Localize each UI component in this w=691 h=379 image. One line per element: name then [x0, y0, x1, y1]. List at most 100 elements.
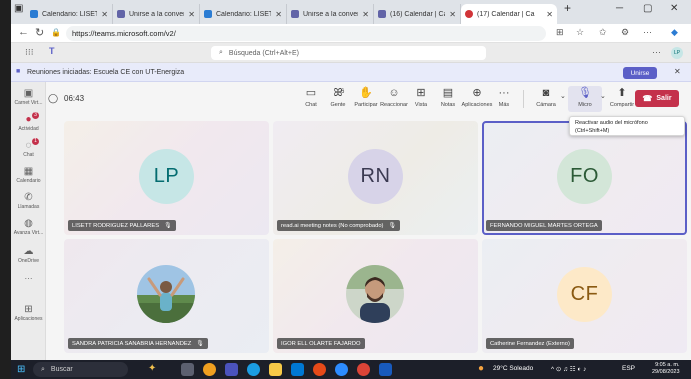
rail-item-calls[interactable]: ✆ Llamadas: [11, 192, 46, 210]
address-bar-row: ← ↻ 🔒 https://teams.microsoft.com/v2/ ⊞ …: [11, 24, 691, 43]
search-input[interactable]: ⌕ Búsqueda (Ctrl+Alt+E): [211, 46, 486, 60]
share-screen-icon: ⬆: [617, 87, 627, 99]
teams-favicon-icon: [378, 10, 386, 18]
video-icon: ■: [16, 68, 21, 75]
participant-avatar: LP: [139, 149, 194, 204]
mic-button[interactable]: 🎙 Micro: [568, 86, 602, 112]
rail-item-carnet[interactable]: ▣ Carnet Virt...: [11, 88, 46, 106]
store-icon[interactable]: [291, 363, 304, 376]
camera-off-icon: ◙: [542, 87, 550, 99]
participant-avatar: RN: [348, 149, 403, 204]
meeting-timer: 06:43: [64, 94, 85, 103]
camera-button[interactable]: ◙ Cámara: [529, 86, 563, 108]
close-tab-icon[interactable]: ✕: [449, 10, 456, 19]
camera-options-chevron-icon[interactable]: ⌄: [560, 92, 566, 100]
rail-more-button[interactable]: ···: [11, 274, 46, 283]
calendar-icon: ▦: [23, 166, 34, 177]
browser-tab[interactable]: Calendario: LISETT RO✕: [200, 4, 287, 24]
close-window-icon[interactable]: ✕: [670, 3, 678, 14]
extensions-icon[interactable]: ⚙: [621, 27, 629, 38]
favorite-star-icon[interactable]: ☆: [576, 27, 584, 38]
close-banner-icon[interactable]: ✕: [674, 67, 681, 76]
maximize-icon[interactable]: ▢: [643, 3, 652, 14]
recording-icon: [465, 10, 473, 18]
teams-app-icon[interactable]: [225, 363, 238, 376]
language-indicator[interactable]: ESP: [622, 365, 635, 372]
zoom-icon[interactable]: [335, 363, 348, 376]
url-field[interactable]: https://teams.microsoft.com/v2/: [66, 26, 546, 41]
more-button[interactable]: ··· Más: [487, 86, 521, 108]
browser-menu-icon[interactable]: ···: [643, 27, 652, 37]
participant-photo: [346, 265, 404, 323]
rail-item-calendar[interactable]: ▦ Calendario: [11, 166, 46, 184]
join-button[interactable]: Unirse: [623, 67, 657, 79]
share-button[interactable]: ⬆ Compartir: [605, 86, 639, 108]
weather-text[interactable]: 29°C Soleado: [493, 365, 533, 372]
clock[interactable]: 9:05 a. m. 29/08/2023: [652, 362, 680, 376]
app-launcher-icon[interactable]: ⁝⁝⁝: [25, 47, 34, 58]
edge-icon[interactable]: [247, 363, 260, 376]
search-icon: ⌕: [41, 365, 45, 373]
cloud-icon: ☁: [23, 246, 34, 257]
rail-item-avanza[interactable]: ◍ Avanza Virt...: [11, 218, 46, 236]
profile-avatar[interactable]: LP: [671, 47, 683, 59]
close-tab-icon[interactable]: ✕: [275, 10, 282, 19]
rail-item-onedrive[interactable]: ☁ OneDrive: [11, 246, 46, 264]
teams-header: ⁝⁝⁝ T ⌕ Búsqueda (Ctrl+Alt+E) ··· LP: [11, 43, 691, 63]
rail-item-apps[interactable]: ⊞ Aplicaciones: [11, 304, 46, 322]
close-tab-icon[interactable]: ✕: [546, 10, 553, 19]
taskbar-search[interactable]: ⌕ Buscar: [33, 362, 128, 377]
site-info-icon[interactable]: 🔒: [51, 28, 61, 37]
participant-photo: [137, 265, 195, 323]
system-tray-icon[interactable]: ^ ⊙ ♫ ☷ ◐ ♪: [551, 365, 586, 373]
windows-start-icon[interactable]: ⊞: [17, 364, 25, 375]
participant-tile[interactable]: SANDRA PATRICIA SANABRIA HERNANDEZ 🎙: [64, 239, 269, 353]
minimize-icon[interactable]: ─: [616, 3, 623, 14]
browser-tab-active[interactable]: (17) Calendar | Ca ✕: [461, 4, 557, 24]
back-icon[interactable]: ←: [18, 26, 29, 38]
favorites-icon[interactable]: ✩: [599, 27, 607, 38]
participant-tile-speaking[interactable]: FO FERNANDO MIGUEL MARTES ORTEGA: [482, 121, 687, 235]
participant-name: Catherine Fernandez (Externo): [486, 338, 574, 349]
tab-actions-icon[interactable]: ▣: [14, 3, 23, 14]
chrome-icon[interactable]: [357, 363, 370, 376]
browser-tab[interactable]: Unirse a la conversació✕: [287, 4, 374, 24]
rail-item-chat[interactable]: ◌ Chat: [11, 140, 46, 158]
close-tab-icon[interactable]: ✕: [188, 10, 195, 19]
browser-tab[interactable]: Unirse a la conversació✕: [113, 4, 200, 24]
settings-more-icon[interactable]: ···: [652, 47, 661, 57]
browser-tab[interactable]: Calendario: LISETT RO✕: [26, 4, 113, 24]
install-app-icon[interactable]: ⊞: [556, 27, 564, 38]
participant-tile[interactable]: CF Catherine Fernandez (Externo): [482, 239, 687, 353]
task-view-icon[interactable]: [181, 363, 194, 376]
file-explorer-icon[interactable]: [269, 363, 282, 376]
leave-button[interactable]: ☎ Salir: [635, 90, 679, 107]
browser-tab[interactable]: (16) Calendar | Calend✕: [374, 4, 461, 24]
meeting-toolbar: ◯ 06:43 ▭ Chat ꕤ Gente 6 ✋ Participar ☺ Reac…: [46, 82, 691, 116]
rail-item-activity[interactable]: ● Actividad: [11, 114, 46, 132]
meeting-started-banner: ■ Reuniones iniciadas: Escuela CE con UT…: [11, 63, 691, 82]
word-icon[interactable]: [379, 363, 392, 376]
refresh-icon[interactable]: ↻: [35, 26, 44, 39]
participant-tile[interactable]: RN read.ai meeting notes (No comprobado)…: [273, 121, 478, 235]
participant-tile[interactable]: LP LISETT RODRIGUEZ PALLARES 🎙: [64, 121, 269, 235]
participant-tile[interactable]: IGOR ELL OLARTE FAJARDO: [273, 239, 478, 353]
copilot-icon[interactable]: ◆: [671, 27, 678, 38]
taskbar-app-icon[interactable]: [203, 363, 216, 376]
people-count: 6: [341, 89, 345, 95]
participant-name: FERNANDO MIGUEL MARTES ORTEGA: [486, 220, 602, 231]
calendar-favicon-icon: [30, 10, 38, 18]
search-highlight-icon: ✦: [148, 363, 157, 374]
participant-avatar: CF: [557, 267, 612, 322]
app-rail: ▣ Carnet Virt... ● Actividad 3 ◌ Chat 1 ▦ Ca…: [11, 82, 46, 360]
screen: ▣ Calendario: LISETT RO✕ Unirse a la con…: [0, 0, 691, 379]
apps-icon: ⊞: [24, 304, 33, 315]
participant-name: LISETT RODRIGUEZ PALLARES 🎙: [68, 220, 176, 231]
new-tab-button[interactable]: +: [564, 1, 571, 15]
close-tab-icon[interactable]: ✕: [362, 10, 369, 19]
teams-favicon-icon: [291, 10, 299, 18]
taskbar-app-icon[interactable]: [313, 363, 326, 376]
mic-muted-icon: 🎙: [164, 223, 172, 229]
shield-icon: ◯: [48, 93, 59, 103]
close-tab-icon[interactable]: ✕: [101, 10, 108, 19]
